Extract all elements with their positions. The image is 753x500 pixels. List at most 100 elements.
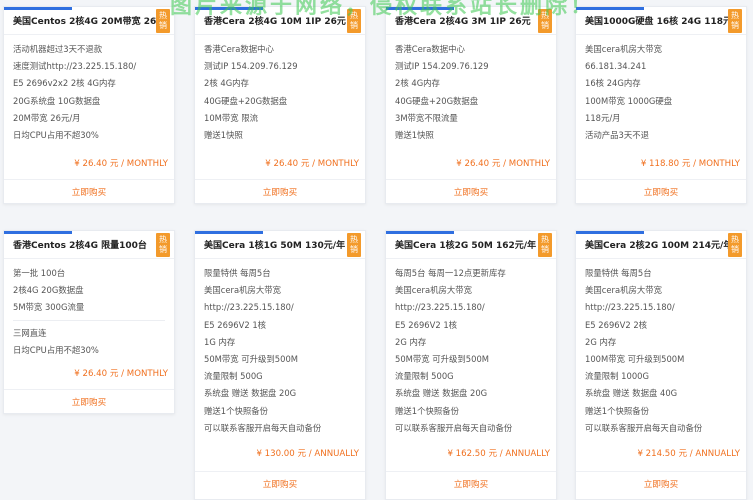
- feature-item: E5 2696V2 1核: [204, 319, 267, 330]
- card-accent-line: [576, 7, 644, 10]
- feature-item: 50M带宽 可升级到500M: [395, 353, 490, 364]
- feature-item: 2G 内存: [395, 336, 427, 347]
- feature-item: 三网直连: [13, 327, 47, 338]
- feature-item: 50M带宽 可升级到500M: [204, 353, 299, 364]
- product-card: 美国1000G硬盘 16核 24G 118元 热销 美国cera机房大带宽 66…: [575, 6, 747, 204]
- card-title: 美国Cera 1核1G 50M 130元/年: [195, 231, 365, 259]
- feature-item: 速度测试http://23.225.15.180/: [13, 61, 137, 72]
- feature-item: 1G 内存: [204, 336, 236, 347]
- hot-badge: 热销: [538, 233, 552, 257]
- feature-item: 可以联系客服开启每天自动备份: [395, 422, 513, 433]
- card-title: 美国Cera 1核2G 50M 162元/年: [386, 231, 556, 259]
- buy-now-button[interactable]: 立即购买: [4, 179, 174, 205]
- card-title: 香港Centos 2核4G 限量100台: [4, 231, 174, 259]
- feature-item: 66.181.34.241: [585, 61, 647, 72]
- feature-list: 香港Cera数据中心 测试IP 154.209.76.129 2核 4G内存 4…: [386, 35, 556, 144]
- hot-badge: 热销: [347, 9, 361, 33]
- buy-now-button[interactable]: 立即购买: [386, 179, 556, 205]
- card-accent-line: [576, 231, 644, 234]
- price-label: ¥ 162.50 元 / ANNUALLY: [447, 449, 550, 459]
- feature-list: 第一批 100台 2核4G 20G数据盘 5M带宽 300G流量 三网直连 日均…: [4, 259, 174, 359]
- product-card: 香港Centos 2核4G 限量100台 热销 第一批 100台 2核4G 20…: [3, 230, 175, 414]
- hot-badge: 热销: [156, 233, 170, 257]
- card-title: 香港Cera 2核4G 10M 1IP 26元: [195, 7, 365, 35]
- product-card: 香港Cera 2核4G 10M 1IP 26元 热销 香港Cera数据中心 测试…: [194, 6, 366, 204]
- card-title: 美国Centos 2核4G 20M带宽 26元: [4, 7, 174, 35]
- feature-item: http://23.225.15.180/: [585, 302, 675, 313]
- buy-now-button[interactable]: 立即购买: [195, 179, 365, 205]
- feature-item: 100M带宽 1000G硬盘: [585, 95, 673, 106]
- feature-item: 香港Cera数据中心: [395, 44, 465, 54]
- feature-item: 5M带宽 300G流量: [13, 302, 85, 313]
- feature-item: 赠送1快照: [204, 129, 243, 140]
- feature-item: 日均CPU占用不超30%: [13, 344, 99, 355]
- feature-item: 美国cera机房大带宽: [585, 285, 662, 296]
- product-card: 美国Cera 1核1G 50M 130元/年 热销 限量特供 每周5台 美国ce…: [194, 230, 366, 500]
- feature-item: 美国cera机房大带宽: [585, 44, 662, 54]
- feature-item: 测试IP 154.209.76.129: [204, 61, 298, 72]
- price-label: ¥ 118.80 元 / MONTHLY: [640, 159, 740, 169]
- hot-badge: 热销: [728, 9, 742, 33]
- card-accent-line: [195, 231, 263, 234]
- feature-list: 香港Cera数据中心 测试IP 154.209.76.129 2核 4G内存 4…: [195, 35, 365, 144]
- card-accent-line: [386, 231, 454, 234]
- buy-now-button[interactable]: 立即购买: [195, 471, 365, 497]
- feature-item: 40G硬盘+20G数据盘: [395, 95, 479, 106]
- feature-item: 赠送1个快照备份: [204, 405, 268, 416]
- buy-now-button[interactable]: 立即购买: [386, 471, 556, 497]
- feature-item: 系统盘 赠送 数据盘 20G: [395, 388, 488, 399]
- buy-now-button[interactable]: 立即购买: [576, 471, 746, 497]
- feature-item: 测试IP 154.209.76.129: [395, 61, 489, 72]
- feature-item: 系统盘 赠送 数据盘 40G: [585, 388, 678, 399]
- feature-item: 活动产品3天不退: [585, 129, 649, 140]
- feature-item: http://23.225.15.180/: [204, 302, 294, 313]
- feature-item: 20G系统盘 10G数据盘: [13, 95, 101, 106]
- product-card: 美国Cera 2核2G 100M 214元/年 热销 限量特供 每周5台 美国c…: [575, 230, 747, 500]
- feature-item: 16核 24G内存: [585, 78, 641, 89]
- feature-item: 限量特供 每周5台: [585, 268, 652, 278]
- feature-item: 118元/月: [585, 112, 621, 123]
- feature-item: 系统盘 赠送 数据盘 20G: [204, 388, 297, 399]
- feature-list: 限量特供 每周5台 美国cera机房大带宽 http://23.225.15.1…: [576, 259, 746, 437]
- feature-item: 美国cera机房大带宽: [204, 285, 281, 296]
- card-accent-line: [4, 231, 72, 234]
- hot-badge: 热销: [538, 9, 552, 33]
- product-card: 美国Cera 1核2G 50M 162元/年 热销 每周5台 每周一12点更新库…: [385, 230, 557, 500]
- feature-item: 第一批 100台: [13, 268, 66, 278]
- card-accent-line: [386, 7, 454, 10]
- feature-item: 流量限制 1000G: [585, 371, 649, 382]
- feature-item: E5 2696V2 2核: [585, 319, 648, 330]
- feature-item: 10M带宽 限流: [204, 112, 259, 123]
- feature-item: 限量特供 每周5台: [204, 268, 271, 278]
- hot-badge: 热销: [728, 233, 742, 257]
- feature-item: 每周5台 每周一12点更新库存: [395, 268, 506, 278]
- feature-list: 每周5台 每周一12点更新库存 美国cera机房大带宽 http://23.22…: [386, 259, 556, 437]
- feature-item: 美国cera机房大带宽: [395, 285, 472, 296]
- buy-now-button[interactable]: 立即购买: [576, 179, 746, 205]
- feature-item: E5 2696V2 1核: [395, 319, 458, 330]
- card-title: 美国Cera 2核2G 100M 214元/年: [576, 231, 746, 259]
- feature-item: 活动机器超过3天不退款: [13, 44, 103, 54]
- feature-list: 限量特供 每周5台 美国cera机房大带宽 http://23.225.15.1…: [195, 259, 365, 437]
- card-title: 香港Cera 2核4G 3M 1IP 26元: [386, 7, 556, 35]
- feature-item: 2G 内存: [585, 336, 617, 347]
- product-card: 香港Cera 2核4G 3M 1IP 26元 热销 香港Cera数据中心 测试I…: [385, 6, 557, 204]
- price-label: ¥ 26.40 元 / MONTHLY: [456, 159, 550, 169]
- feature-item: 100M带宽 可升级到500M: [585, 353, 685, 364]
- feature-item: 赠送1个快照备份: [585, 405, 649, 416]
- card-title: 美国1000G硬盘 16核 24G 118元: [576, 7, 746, 35]
- hot-badge: 热销: [156, 9, 170, 33]
- card-accent-line: [195, 7, 263, 10]
- feature-item: http://23.225.15.180/: [395, 302, 485, 313]
- price-label: ¥ 26.40 元 / MONTHLY: [74, 369, 168, 379]
- feature-item: 3M带宽不限流量: [395, 112, 458, 123]
- feature-item: 2核 4G内存: [395, 78, 440, 89]
- feature-item: 流量限制 500G: [204, 371, 263, 382]
- feature-list: 美国cera机房大带宽 66.181.34.241 16核 24G内存 100M…: [576, 35, 746, 144]
- buy-now-button[interactable]: 立即购买: [4, 389, 174, 415]
- feature-item: 2核 4G内存: [204, 78, 249, 89]
- feature-list: 活动机器超过3天不退款 速度测试http://23.225.15.180/ E5…: [4, 35, 174, 144]
- feature-item: 2核4G 20G数据盘: [13, 285, 84, 296]
- card-accent-line: [4, 7, 72, 10]
- feature-item: E5 2696v2x2 2核 4G内存: [13, 78, 116, 89]
